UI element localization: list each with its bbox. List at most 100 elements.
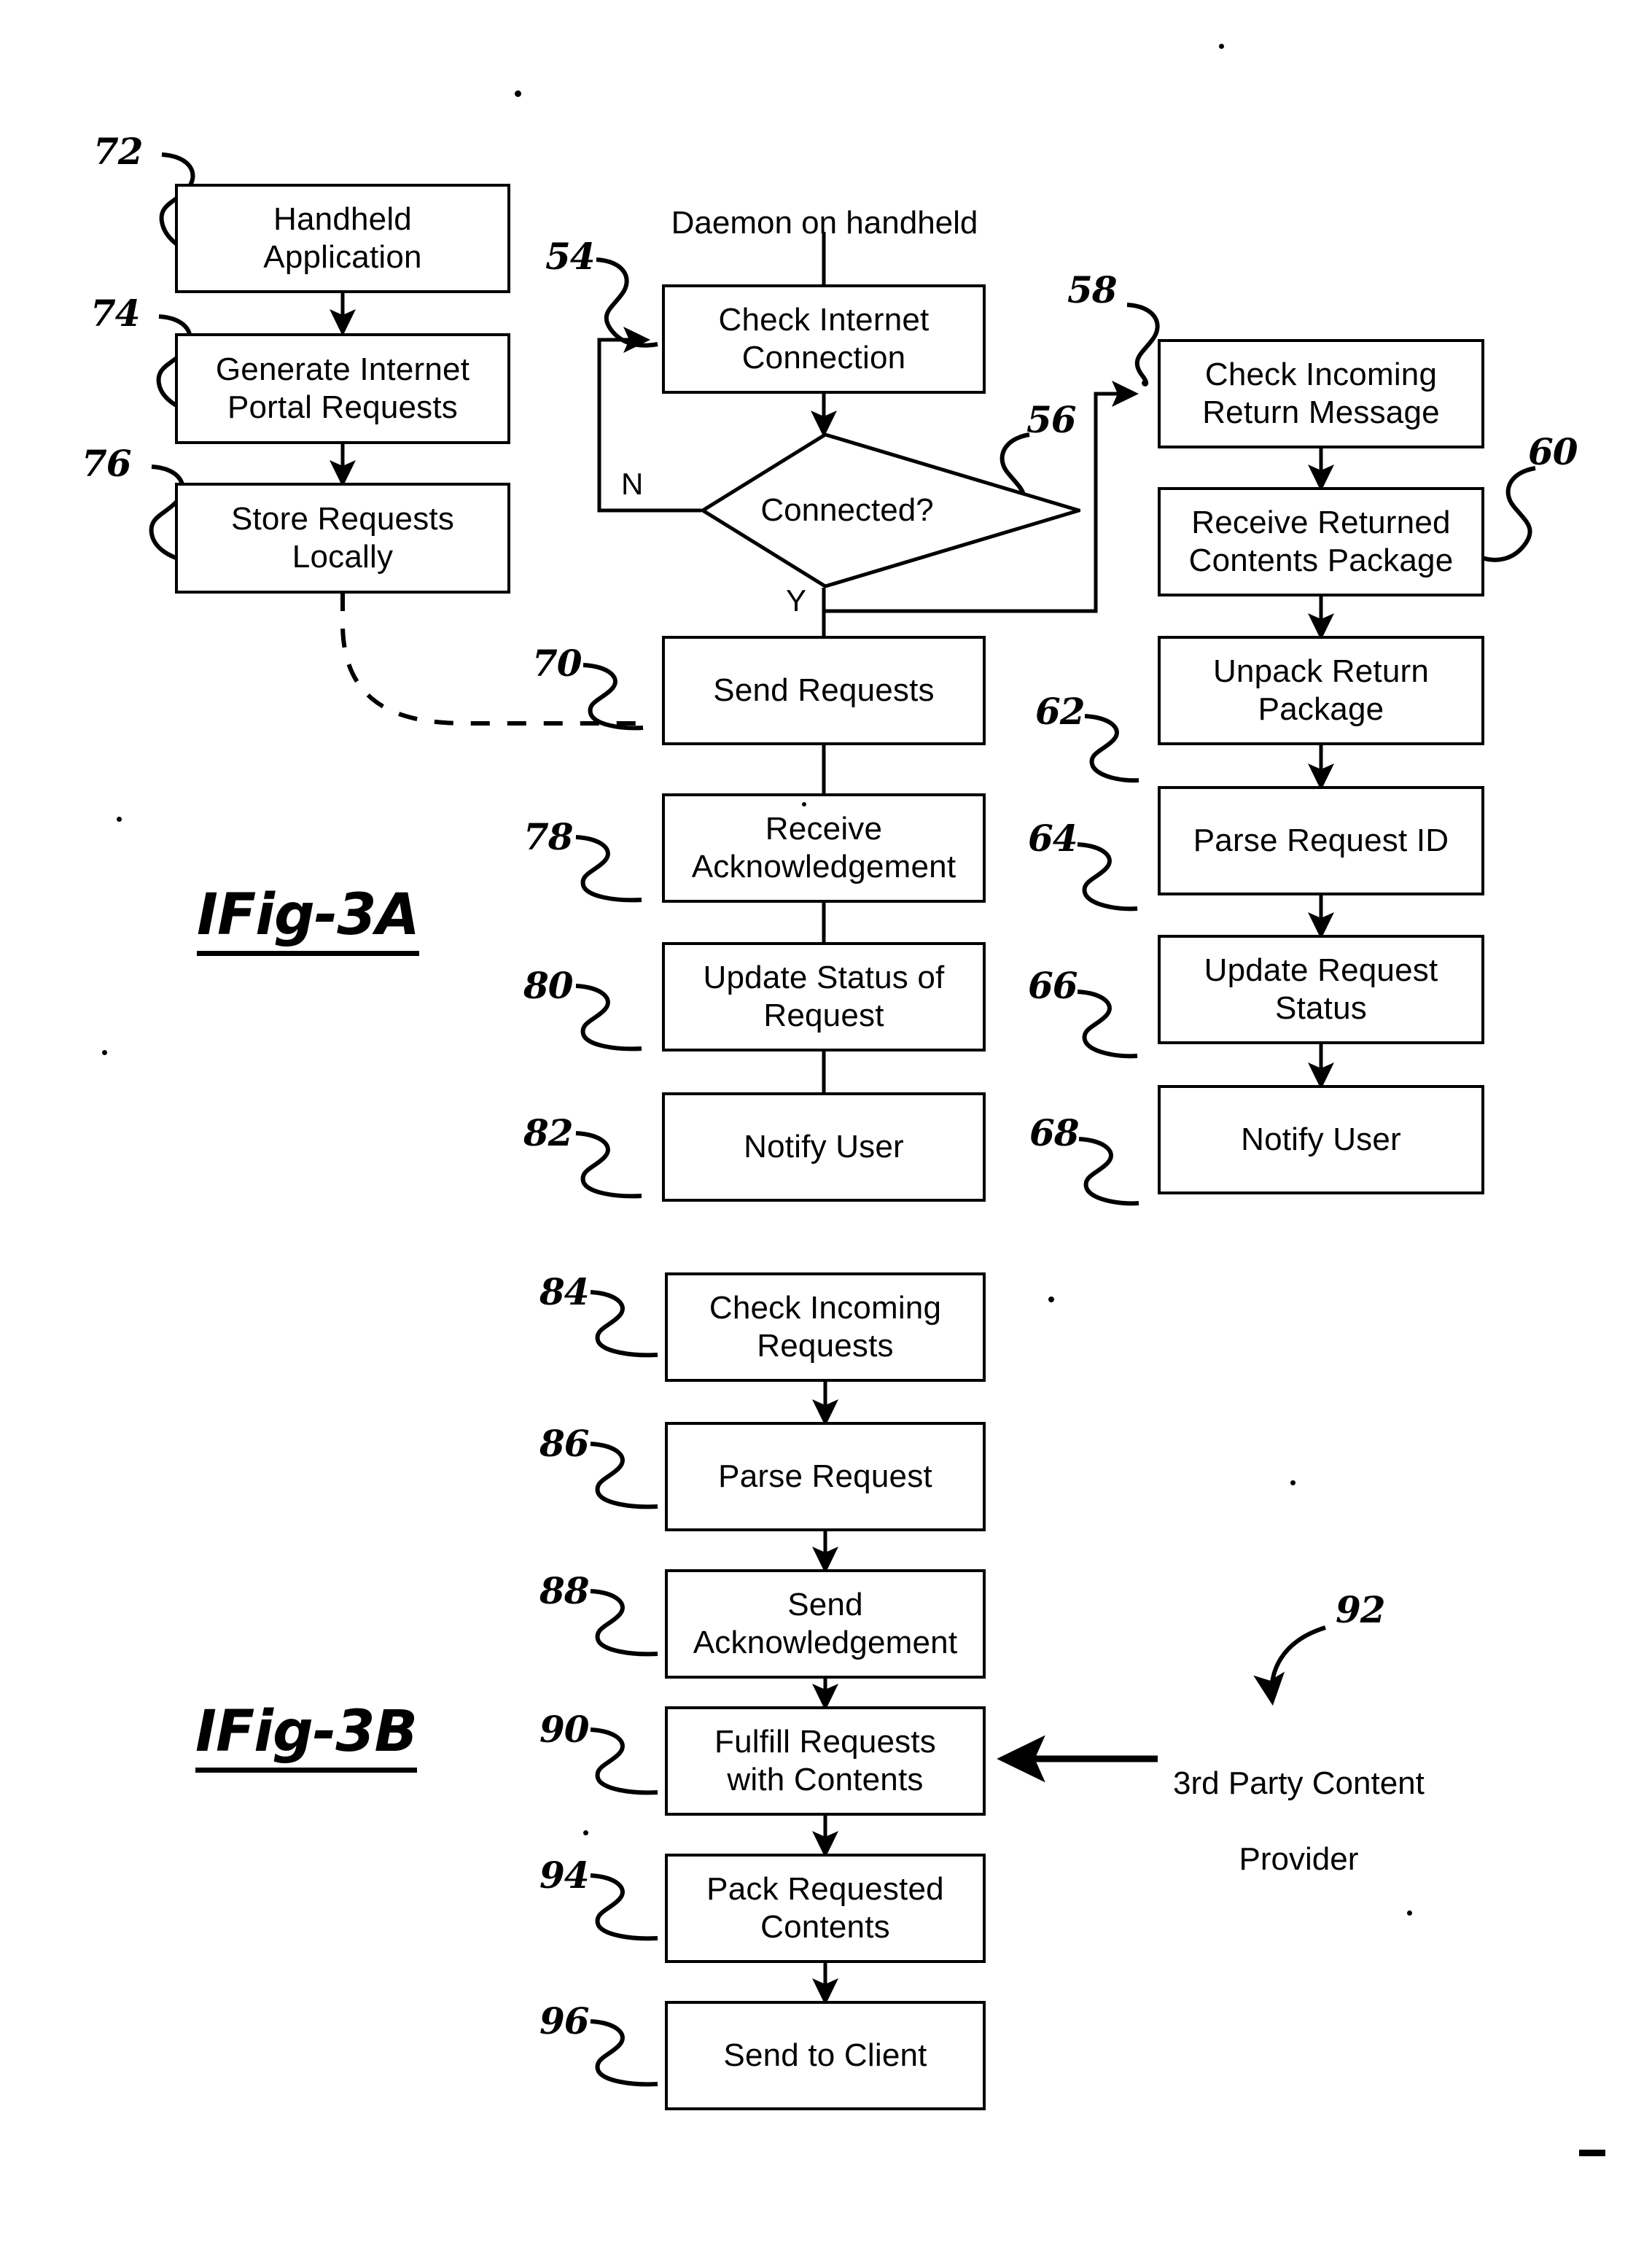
node-check-incoming-requests[interactable]: Check Incoming Requests	[665, 1272, 986, 1382]
node-line-2: Package	[1258, 691, 1384, 727]
leader-58	[1126, 303, 1160, 386]
node-line-1: Notify User	[1241, 1122, 1401, 1158]
node-send-acknowledgement[interactable]: Send Acknowledgement	[665, 1569, 986, 1679]
scan-speck	[1290, 1480, 1296, 1485]
node-line-1: Update Request	[1204, 952, 1438, 989]
node-fulfill-requests-with-contents[interactable]: Fulfill Requests with Contents	[665, 1706, 986, 1816]
node-unpack-return-package[interactable]: Unpack Return Package	[1158, 636, 1484, 745]
ref-numeral-62: 62	[1035, 690, 1086, 733]
patent-figure-page: Handheld Application 72 Generate Interne…	[0, 0, 1652, 2243]
node-check-internet-connection[interactable]: Check Internet Connection	[662, 284, 986, 394]
node-line-1: Update Status of	[703, 960, 945, 996]
figure-caption-3a: IFig-3A	[197, 882, 420, 956]
node-line-2: Status	[1275, 990, 1367, 1026]
node-line-2: with Contents	[727, 1762, 924, 1797]
scan-speck	[1219, 44, 1224, 49]
ref-numeral-82: 82	[523, 1111, 574, 1154]
node-pack-requested-contents[interactable]: Pack Requested Contents	[665, 1854, 986, 1963]
node-line-2: Portal Requests	[227, 389, 459, 425]
leader-80	[575, 984, 642, 1051]
leader-84	[590, 1290, 658, 1358]
node-line-1: Fulfill Requests	[714, 1724, 936, 1760]
node-line-1: Send	[787, 1587, 863, 1623]
node-line-1: Send Requests	[713, 672, 935, 709]
page-edge-dash	[1579, 2150, 1605, 2156]
node-line-2: Contents Package	[1188, 543, 1454, 578]
leader-86	[590, 1442, 658, 1509]
node-generate-internet-portal-requests[interactable]: Generate Internet Portal Requests	[175, 333, 510, 444]
ref-numeral-58: 58	[1067, 268, 1118, 311]
node-receive-acknowledgement[interactable]: Receive Acknowledgement	[662, 793, 986, 903]
scan-speck	[102, 1050, 107, 1055]
node-notify-user-client[interactable]: Notify User	[662, 1092, 986, 1202]
node-update-request-status[interactable]: Update Request Status	[1158, 935, 1484, 1044]
ref-numeral-66: 66	[1028, 964, 1078, 1007]
ref-numeral-90: 90	[539, 1708, 590, 1751]
node-line-1: Unpack Return	[1212, 653, 1430, 690]
node-line-1: Notify User	[744, 1129, 904, 1165]
ref-numeral-60: 60	[1528, 430, 1578, 473]
leader-94	[590, 1873, 658, 1941]
third-party-line-2: Provider	[1239, 1840, 1359, 1877]
node-line-1: Parse Request	[718, 1458, 932, 1495]
branch-label-no: N	[621, 467, 644, 501]
node-line-1: Parse Request ID	[1193, 823, 1449, 859]
leader-64	[1077, 842, 1138, 911]
leader-68	[1078, 1137, 1139, 1206]
node-line-1: Send to Client	[723, 2037, 927, 2074]
leader-62	[1084, 714, 1139, 783]
ref-numeral-78: 78	[523, 815, 574, 858]
node-check-incoming-return-message[interactable]: Check Incoming Return Message	[1158, 339, 1484, 448]
scan-speck	[515, 90, 521, 97]
leader-82	[575, 1131, 642, 1199]
leader-78	[575, 835, 642, 903]
node-line-1: Check Internet	[718, 302, 930, 338]
node-line-2: Acknowledgement	[691, 849, 956, 885]
node-line-2: Acknowledgement	[693, 1625, 958, 1660]
leader-70	[583, 663, 644, 731]
ref-numeral-72: 72	[93, 130, 144, 173]
leader-88	[590, 1589, 658, 1657]
label-third-party-content-provider: 3rd Party Content Provider	[1110, 1727, 1452, 1916]
branch-label-yes: Y	[786, 583, 807, 618]
ref-numeral-84: 84	[539, 1270, 590, 1313]
node-parse-request-id[interactable]: Parse Request ID	[1158, 786, 1484, 895]
leader-96	[590, 2019, 658, 2087]
node-line-1: Handheld	[273, 201, 412, 238]
node-line-2: Request	[763, 998, 884, 1033]
node-line-2: Locally	[292, 539, 394, 575]
node-line-2: Application	[263, 239, 422, 275]
node-parse-request[interactable]: Parse Request	[665, 1422, 986, 1531]
label-daemon-on-handheld: Daemon on handheld	[671, 205, 978, 241]
ref-numeral-96: 96	[539, 1999, 590, 2042]
dashed-link-76-to-70	[340, 592, 642, 726]
ref-numeral-92: 92	[1336, 1588, 1386, 1631]
node-send-to-client[interactable]: Send to Client	[665, 2001, 986, 2110]
node-send-requests[interactable]: Send Requests	[662, 636, 986, 745]
third-party-line-1: 3rd Party Content	[1173, 1765, 1425, 1801]
node-store-requests-locally[interactable]: Store Requests Locally	[175, 483, 510, 594]
decision-label: Connected?	[760, 492, 934, 528]
node-receive-returned-contents-package[interactable]: Receive Returned Contents Package	[1158, 487, 1484, 596]
node-line-2: Requests	[757, 1328, 894, 1364]
node-line-1: Check Incoming	[709, 1290, 942, 1326]
ref-numeral-80: 80	[523, 964, 574, 1007]
ref-numeral-68: 68	[1029, 1111, 1080, 1154]
node-line-1: Receive Returned	[1191, 505, 1451, 541]
leader-90	[590, 1727, 658, 1795]
ref-numeral-86: 86	[539, 1422, 590, 1465]
node-notify-user-server[interactable]: Notify User	[1158, 1085, 1484, 1194]
node-line-1: Pack Requested	[706, 1871, 944, 1908]
node-line-2: Contents	[760, 1909, 890, 1945]
leader-60	[1478, 466, 1536, 562]
scan-speck	[583, 1830, 588, 1835]
node-update-status-of-request[interactable]: Update Status of Request	[662, 942, 986, 1051]
ref-numeral-54: 54	[545, 235, 596, 278]
ref-numeral-88: 88	[539, 1569, 590, 1612]
node-handheld-application[interactable]: Handheld Application	[175, 184, 510, 293]
node-line-1: Receive	[765, 811, 883, 847]
figure-caption-3b: IFig-3B	[195, 1699, 418, 1773]
ref-numeral-70: 70	[532, 642, 583, 685]
decision-connected[interactable]: Connected?	[699, 432, 1086, 588]
leader-92	[1253, 1625, 1326, 1706]
